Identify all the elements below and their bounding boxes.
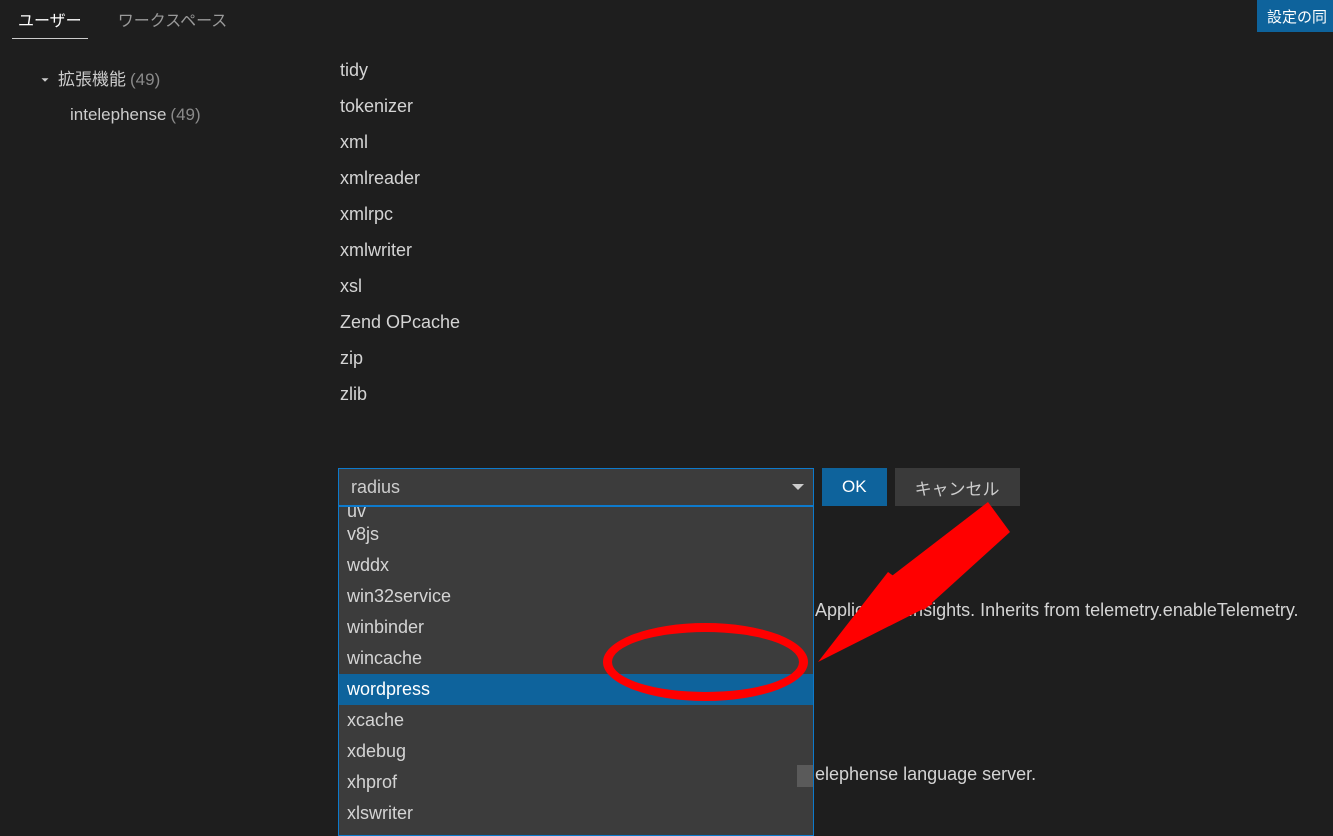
- list-item[interactable]: zlib: [340, 376, 460, 412]
- list-item[interactable]: xmlwriter: [340, 232, 460, 268]
- chevron-down-icon[interactable]: [783, 479, 813, 495]
- list-item[interactable]: Zend OPcache: [340, 304, 460, 340]
- dropdown-item[interactable]: xml: [339, 829, 813, 836]
- dropdown-item[interactable]: winbinder: [339, 612, 813, 643]
- dropdown-item[interactable]: xdebug: [339, 736, 813, 767]
- tree-label: 拡張機能: [58, 66, 126, 93]
- dropdown-item[interactable]: win32service: [339, 581, 813, 612]
- list-item[interactable]: xmlrpc: [340, 196, 460, 232]
- scrollbar-thumb[interactable]: [797, 765, 813, 787]
- annotation-arrow: [818, 502, 1028, 662]
- list-item[interactable]: xml: [340, 124, 460, 160]
- tree-item-extensions[interactable]: 拡張機能 (49): [0, 62, 310, 97]
- list-item[interactable]: tokenizer: [340, 88, 460, 124]
- tab-workspace[interactable]: ワークスペース: [100, 0, 246, 37]
- tree-count: (49): [130, 66, 160, 93]
- setting-description-fragment: Application Insights. Inherits from tele…: [815, 600, 1299, 621]
- list-item[interactable]: xmlreader: [340, 160, 460, 196]
- chevron-down-icon: [36, 71, 54, 89]
- tree-count: (49): [170, 101, 200, 128]
- dropdown-item[interactable]: uv: [339, 507, 813, 519]
- stubs-list: tidy tokenizer xml xmlreader xmlrpc xmlw…: [340, 52, 460, 412]
- setting-description-fragment: elephense language server.: [815, 764, 1036, 785]
- dropdown-item[interactable]: xlswriter: [339, 798, 813, 829]
- dropdown-item-selected[interactable]: wordpress: [339, 674, 813, 705]
- stub-dropdown[interactable]: uv v8js wddx win32service winbinder winc…: [338, 506, 814, 836]
- settings-tree: 拡張機能 (49) intelephense (49): [0, 36, 310, 813]
- dropdown-item[interactable]: xcache: [339, 705, 813, 736]
- dropdown-item[interactable]: wddx: [339, 550, 813, 581]
- stub-combobox[interactable]: [338, 468, 814, 506]
- cancel-button[interactable]: キャンセル: [895, 468, 1020, 506]
- settings-content: tidy tokenizer xml xmlreader xmlrpc xmlw…: [310, 36, 1333, 813]
- ok-button[interactable]: OK: [822, 468, 887, 506]
- dropdown-item[interactable]: wincache: [339, 643, 813, 674]
- tree-item-intelephense[interactable]: intelephense (49): [0, 97, 310, 132]
- stub-input[interactable]: [339, 471, 783, 504]
- tab-user[interactable]: ユーザー: [0, 0, 100, 37]
- sync-settings-button[interactable]: 設定の同: [1257, 0, 1333, 32]
- dropdown-item[interactable]: xhprof: [339, 767, 813, 798]
- tree-label: intelephense: [70, 101, 166, 128]
- list-item[interactable]: xsl: [340, 268, 460, 304]
- list-item[interactable]: zip: [340, 340, 460, 376]
- list-item[interactable]: tidy: [340, 52, 460, 88]
- dropdown-item[interactable]: v8js: [339, 519, 813, 550]
